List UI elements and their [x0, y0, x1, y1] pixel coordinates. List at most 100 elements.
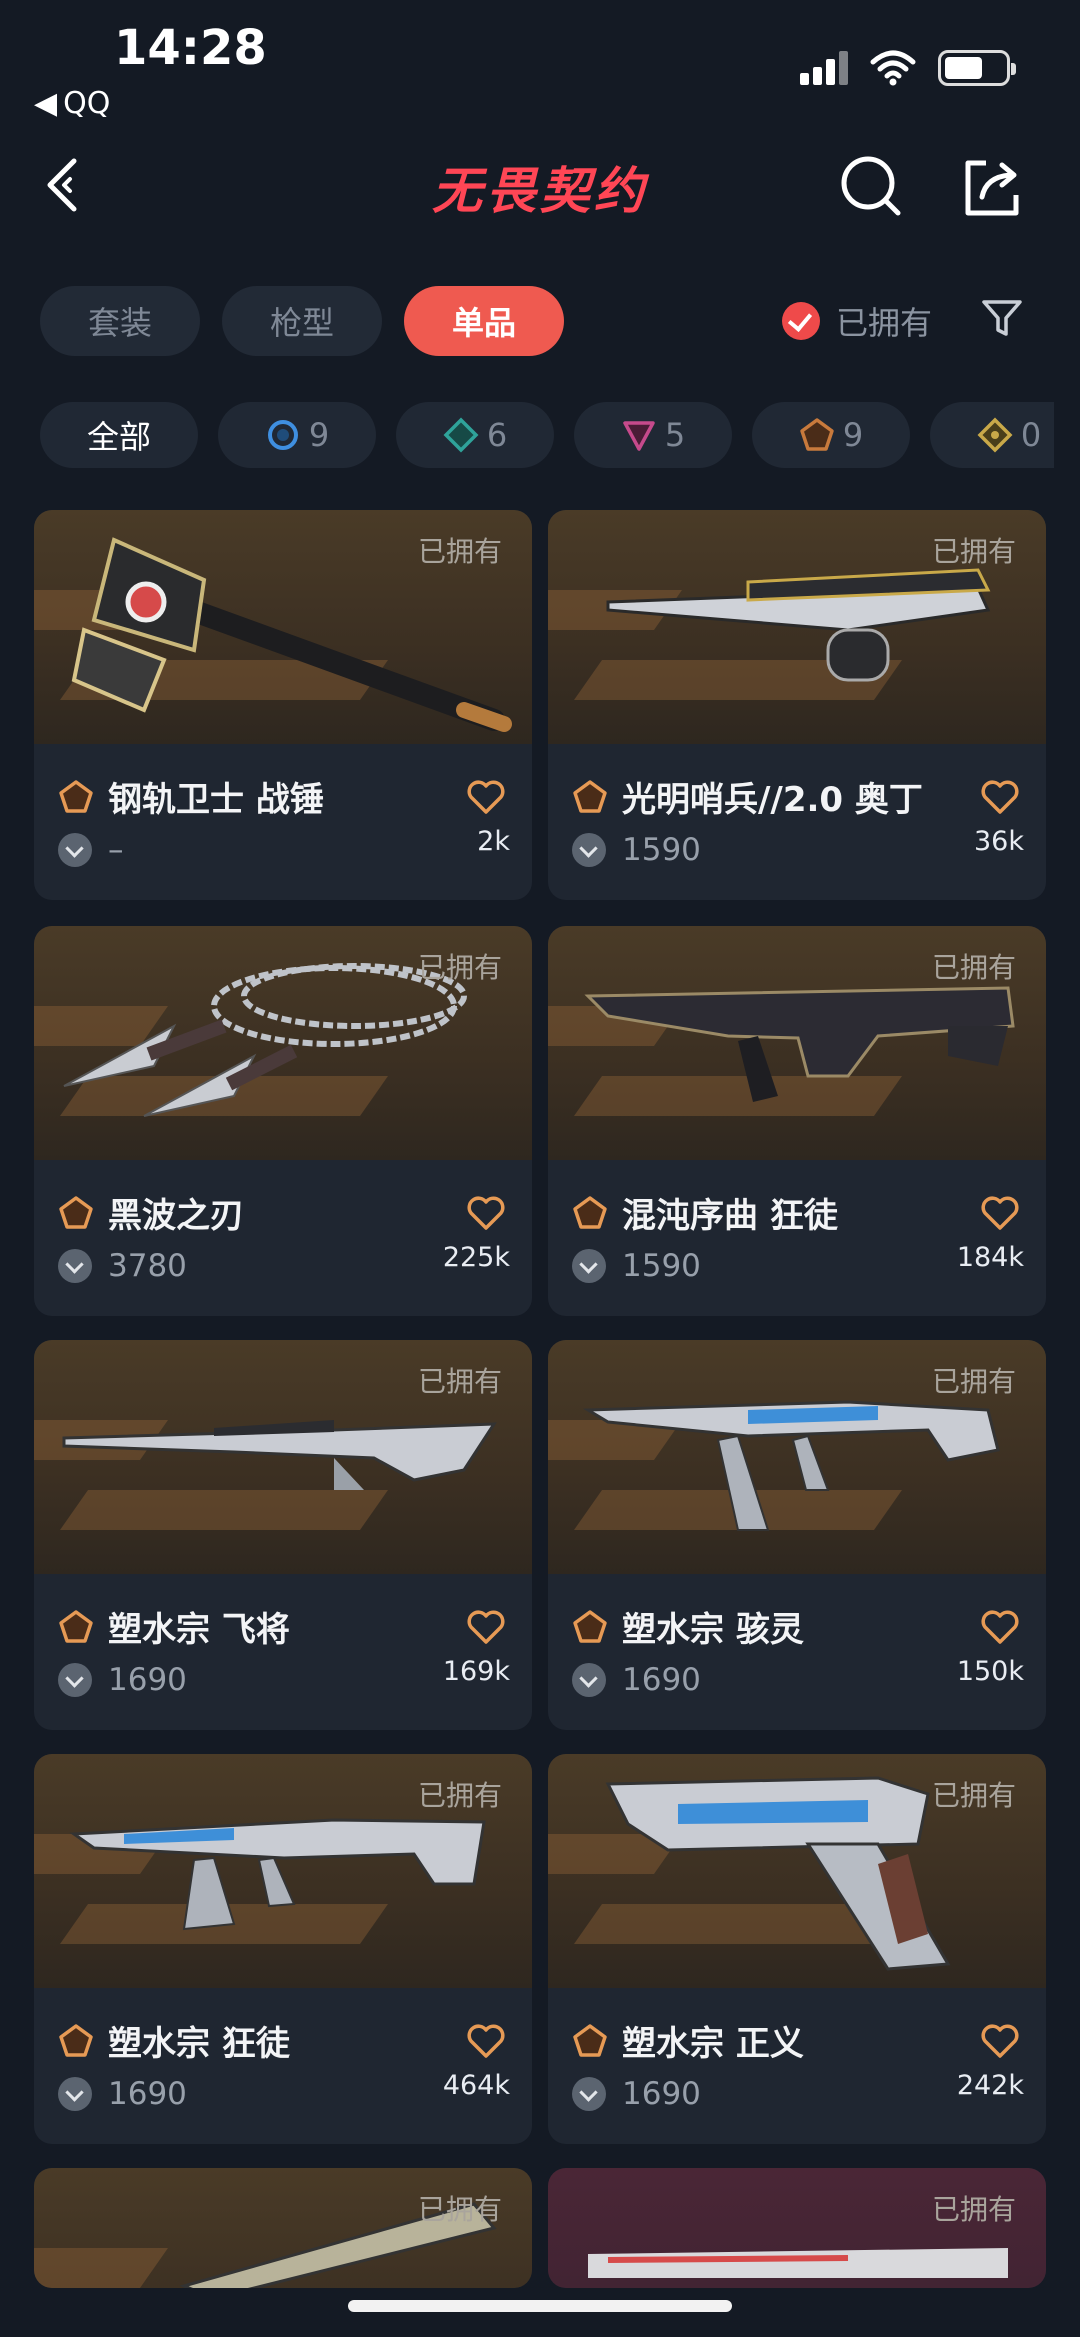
chip-count: 6 [486, 416, 508, 454]
cellular-signal-icon [800, 51, 848, 85]
wifi-icon [870, 50, 916, 86]
heart-icon[interactable] [466, 1608, 506, 1646]
owned-tag: 已拥有 [931, 951, 1016, 984]
rarity-filter-chips: 全部 9 6 5 9 0 [40, 402, 1054, 472]
valorant-points-icon [572, 833, 606, 867]
like-count: 464k [442, 2070, 510, 2101]
category-tabs: 套装 枪型 单品 [40, 286, 564, 356]
chip-count: 5 [664, 416, 686, 454]
skin-name: 混沌序曲 狂徒 [622, 1196, 838, 1236]
skin-card[interactable]: 已拥有 混沌序曲 狂徒 1590 184k [548, 926, 1046, 1316]
exclusive-tier-icon [59, 779, 93, 813]
app-logo: 无畏契约 [432, 162, 648, 220]
owned-tag: 已拥有 [931, 1365, 1016, 1398]
skin-image: 已拥有 [34, 1340, 532, 1574]
skin-image: 已拥有 [548, 926, 1046, 1160]
owned-tag: 已拥有 [417, 1779, 502, 1812]
heart-icon[interactable] [980, 1194, 1020, 1232]
skin-name: 塑水宗 飞将 [108, 1610, 290, 1650]
skin-card[interactable]: 已拥有 光明哨兵//2.0 奥丁 1590 36k [548, 510, 1046, 900]
select-tier-icon [267, 420, 298, 450]
owned-tag: 已拥有 [417, 951, 502, 984]
skin-image: 已拥有 [34, 1754, 532, 1988]
valorant-points-icon [572, 1663, 606, 1697]
heart-icon[interactable] [466, 778, 506, 816]
skin-price: 1690 [622, 2076, 701, 2112]
like-count: 169k [442, 1656, 510, 1687]
skin-card[interactable]: 已拥有 黑波之刃 3780 225k [34, 926, 532, 1316]
home-indicator[interactable] [348, 2300, 732, 2312]
skin-price: 3780 [108, 1248, 187, 1284]
skin-price: 1690 [622, 1662, 701, 1698]
chip-exclusive-edition[interactable]: 9 [752, 402, 910, 468]
heart-icon[interactable] [466, 1194, 506, 1232]
chip-count: 9 [308, 416, 330, 454]
exclusive-tier-icon [573, 779, 607, 813]
skin-card[interactable]: 已拥有 塑水宗 飞将 1690 169k [34, 1340, 532, 1730]
back-to-app-link[interactable]: ◀ QQ [34, 86, 110, 121]
chip-count: 0 [1020, 416, 1042, 454]
back-app-label: QQ [63, 86, 111, 121]
exclusive-tier-icon [573, 1195, 607, 1229]
owned-filter-toggle[interactable]: 已拥有 [782, 298, 932, 344]
like-count: 150k [956, 1656, 1024, 1687]
status-bar: 14:28 ◀ QQ [0, 0, 1080, 125]
back-triangle-icon: ◀ [34, 86, 58, 121]
exclusive-tier-icon [59, 1609, 93, 1643]
chip-deluxe-edition[interactable]: 6 [396, 402, 554, 468]
skin-image: 已拥有 [548, 2168, 1046, 2288]
skin-image: 已拥有 [548, 1754, 1046, 1988]
valorant-points-icon [58, 833, 92, 867]
skin-card[interactable]: 已拥有 塑水宗 狂徒 1690 464k [34, 1754, 532, 2144]
owned-tag: 已拥有 [417, 1365, 502, 1398]
skin-image: 已拥有 [34, 926, 532, 1160]
valorant-points-icon [58, 1249, 92, 1283]
nav-bar: 无畏契约 [0, 135, 1080, 235]
skin-price: 1690 [108, 2076, 187, 2112]
skin-name: 塑水宗 正义 [622, 2024, 804, 2064]
heart-icon[interactable] [980, 1608, 1020, 1646]
checked-icon [782, 302, 820, 340]
heart-icon[interactable] [980, 778, 1020, 816]
skin-image: 已拥有 [34, 2168, 532, 2288]
skin-name: 塑水宗 狂徒 [108, 2024, 290, 2064]
share-icon[interactable] [960, 155, 1024, 219]
exclusive-tier-icon [800, 418, 834, 451]
tab-bundles[interactable]: 套装 [40, 286, 200, 356]
status-time: 14:28 [114, 20, 267, 76]
chip-all[interactable]: 全部 [40, 402, 198, 468]
skin-image: 已拥有 [548, 1340, 1046, 1574]
owned-tag: 已拥有 [931, 535, 1016, 568]
chip-all-label: 全部 [86, 418, 151, 456]
chip-premium-edition[interactable]: 5 [574, 402, 732, 468]
heart-icon[interactable] [980, 2022, 1020, 2060]
search-icon[interactable] [840, 155, 904, 219]
chip-select-edition[interactable]: 9 [218, 402, 376, 468]
skin-card[interactable]: 已拥有 [548, 2168, 1046, 2288]
filter-funnel-icon[interactable] [980, 296, 1024, 340]
exclusive-tier-icon [59, 2023, 93, 2057]
skin-card[interactable]: 已拥有 [34, 2168, 532, 2288]
premium-tier-icon [623, 421, 655, 451]
valorant-points-icon [58, 1663, 92, 1697]
battery-icon [938, 50, 1016, 86]
skin-card[interactable]: 已拥有 钢轨卫士 战锤 – 2k [34, 510, 532, 900]
owned-tag: 已拥有 [417, 2193, 502, 2226]
skin-card[interactable]: 已拥有 塑水宗 正义 1690 242k [548, 1754, 1046, 2144]
chip-ultra-edition[interactable]: 0 [930, 402, 1054, 468]
tab-items[interactable]: 单品 [404, 286, 564, 356]
like-count: 225k [442, 1242, 510, 1273]
skin-price: 1590 [622, 832, 701, 868]
red-rifle-image [588, 2248, 1008, 2278]
chip-count: 9 [842, 416, 864, 454]
exclusive-tier-icon [573, 1609, 607, 1643]
owned-filter-label: 已拥有 [836, 304, 933, 342]
skin-image: 已拥有 [548, 510, 1046, 744]
heart-icon[interactable] [466, 2022, 506, 2060]
skin-name: 塑水宗 骇灵 [622, 1610, 804, 1650]
ultra-tier-icon [977, 417, 1013, 453]
skin-card[interactable]: 已拥有 塑水宗 骇灵 1690 150k [548, 1340, 1046, 1730]
owned-tag: 已拥有 [417, 535, 502, 568]
skin-name: 黑波之刃 [108, 1196, 244, 1236]
tab-weapon-types[interactable]: 枪型 [222, 286, 382, 356]
